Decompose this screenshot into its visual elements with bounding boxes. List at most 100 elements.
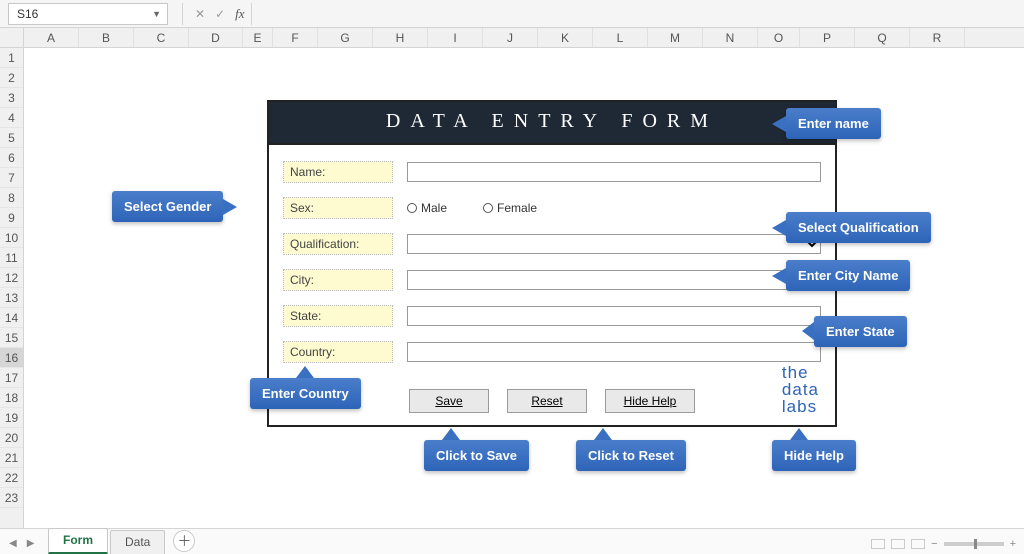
save-button[interactable]: Save	[409, 389, 489, 413]
row-header[interactable]: 10	[0, 228, 23, 248]
sheet-nav-arrows[interactable]: ◀ ▶	[6, 537, 37, 550]
hide-help-button[interactable]: Hide Help	[605, 389, 695, 413]
column-header[interactable]: E	[243, 28, 273, 47]
label-state: State:	[283, 305, 393, 327]
column-header[interactable]: M	[648, 28, 703, 47]
column-header[interactable]: H	[373, 28, 428, 47]
formula-bar-row: S16 ▼ ✕ ✓ fx	[0, 0, 1024, 28]
nav-prev-icon[interactable]: ◀	[6, 537, 20, 550]
chevron-down-icon[interactable]: ▼	[152, 9, 161, 19]
row-header[interactable]: 16	[0, 348, 23, 368]
label-sex: Sex:	[283, 197, 393, 219]
callout-enter-name: Enter name	[786, 108, 881, 139]
column-header[interactable]: O	[758, 28, 800, 47]
row-header[interactable]: 12	[0, 268, 23, 288]
callout-click-save: Click to Save	[424, 440, 529, 471]
country-input[interactable]	[407, 342, 821, 362]
row-header[interactable]: 17	[0, 368, 23, 388]
formula-input[interactable]	[251, 3, 1018, 25]
form-actions: Save Reset Hide Help	[283, 389, 821, 413]
view-normal-icon[interactable]	[871, 539, 885, 549]
callout-select-qualification: Select Qualification	[786, 212, 931, 243]
sex-radio-group: Male Female	[407, 201, 537, 215]
view-layout-icon[interactable]	[891, 539, 905, 549]
row-header[interactable]: 19	[0, 408, 23, 428]
row-header[interactable]: 11	[0, 248, 23, 268]
select-all-corner[interactable]	[0, 28, 24, 47]
row-header[interactable]: 2	[0, 68, 23, 88]
form-title: DATA ENTRY FORM	[269, 102, 835, 145]
column-header[interactable]: C	[134, 28, 189, 47]
radio-male[interactable]: Male	[407, 201, 447, 215]
column-header[interactable]: D	[189, 28, 243, 47]
row-header[interactable]: 3	[0, 88, 23, 108]
enter-icon[interactable]: ✓	[215, 7, 225, 21]
row-header[interactable]: 22	[0, 468, 23, 488]
sheet-tab-data[interactable]: Data	[110, 530, 165, 554]
column-headers: ABCDEFGHIJKLMNOPQR	[24, 28, 1024, 47]
divider	[182, 3, 183, 25]
column-header[interactable]: J	[483, 28, 538, 47]
row-header[interactable]: 13	[0, 288, 23, 308]
row-header[interactable]: 15	[0, 328, 23, 348]
column-header[interactable]: L	[593, 28, 648, 47]
column-header[interactable]: Q	[855, 28, 910, 47]
row-header[interactable]: 5	[0, 128, 23, 148]
fx-icon[interactable]: fx	[235, 6, 244, 22]
label-qualification: Qualification:	[283, 233, 393, 255]
callout-select-gender: Select Gender	[112, 191, 223, 222]
radio-icon	[407, 203, 417, 213]
formula-bar-icons: ✕ ✓ fx	[189, 6, 251, 22]
column-header[interactable]: R	[910, 28, 965, 47]
radio-male-label: Male	[421, 201, 447, 215]
view-pagebreak-icon[interactable]	[911, 539, 925, 549]
sheet-tab-bar: ◀ ▶ Form Data ＋ − +	[0, 528, 1024, 554]
qualification-select[interactable]	[407, 234, 821, 254]
column-header[interactable]: P	[800, 28, 855, 47]
label-country: Country:	[283, 341, 393, 363]
row-header[interactable]: 20	[0, 428, 23, 448]
column-header[interactable]: B	[79, 28, 134, 47]
row-header[interactable]: 18	[0, 388, 23, 408]
row-header[interactable]: 4	[0, 108, 23, 128]
label-city: City:	[283, 269, 393, 291]
name-input[interactable]	[407, 162, 821, 182]
callout-click-reset: Click to Reset	[576, 440, 686, 471]
state-input[interactable]	[407, 306, 821, 326]
callout-enter-state: Enter State	[814, 316, 907, 347]
status-bar-right: − +	[871, 538, 1016, 550]
column-header[interactable]: K	[538, 28, 593, 47]
add-sheet-button[interactable]: ＋	[173, 530, 195, 552]
row-header[interactable]: 8	[0, 188, 23, 208]
name-box[interactable]: S16 ▼	[8, 3, 168, 25]
nav-next-icon[interactable]: ▶	[24, 537, 38, 550]
row-header[interactable]: 7	[0, 168, 23, 188]
column-header[interactable]: N	[703, 28, 758, 47]
city-input[interactable]	[407, 270, 821, 290]
name-box-value: S16	[17, 7, 38, 21]
row-header[interactable]: 9	[0, 208, 23, 228]
zoom-out-icon[interactable]: −	[931, 538, 937, 550]
cancel-icon[interactable]: ✕	[195, 7, 205, 21]
row-header[interactable]: 6	[0, 148, 23, 168]
column-header[interactable]: A	[24, 28, 79, 47]
thedatalabs-logo: the data labs	[782, 364, 819, 415]
callout-hide-help: Hide Help	[772, 440, 856, 471]
column-header[interactable]: I	[428, 28, 483, 47]
grid-body[interactable]: DATA ENTRY FORM Name: Sex: Male	[24, 48, 1024, 528]
zoom-slider[interactable]	[944, 542, 1004, 546]
reset-button[interactable]: Reset	[507, 389, 587, 413]
radio-icon	[483, 203, 493, 213]
radio-female-label: Female	[497, 201, 537, 215]
column-header[interactable]: F	[273, 28, 318, 47]
callout-enter-city: Enter City Name	[786, 260, 910, 291]
column-header[interactable]: G	[318, 28, 373, 47]
row-header[interactable]: 23	[0, 488, 23, 508]
zoom-in-icon[interactable]: +	[1010, 538, 1016, 550]
row-headers: 1234567891011121314151617181920212223	[0, 48, 24, 528]
radio-female[interactable]: Female	[483, 201, 537, 215]
sheet-tab-form[interactable]: Form	[48, 528, 108, 554]
row-header[interactable]: 14	[0, 308, 23, 328]
row-header[interactable]: 21	[0, 448, 23, 468]
row-header[interactable]: 1	[0, 48, 23, 68]
